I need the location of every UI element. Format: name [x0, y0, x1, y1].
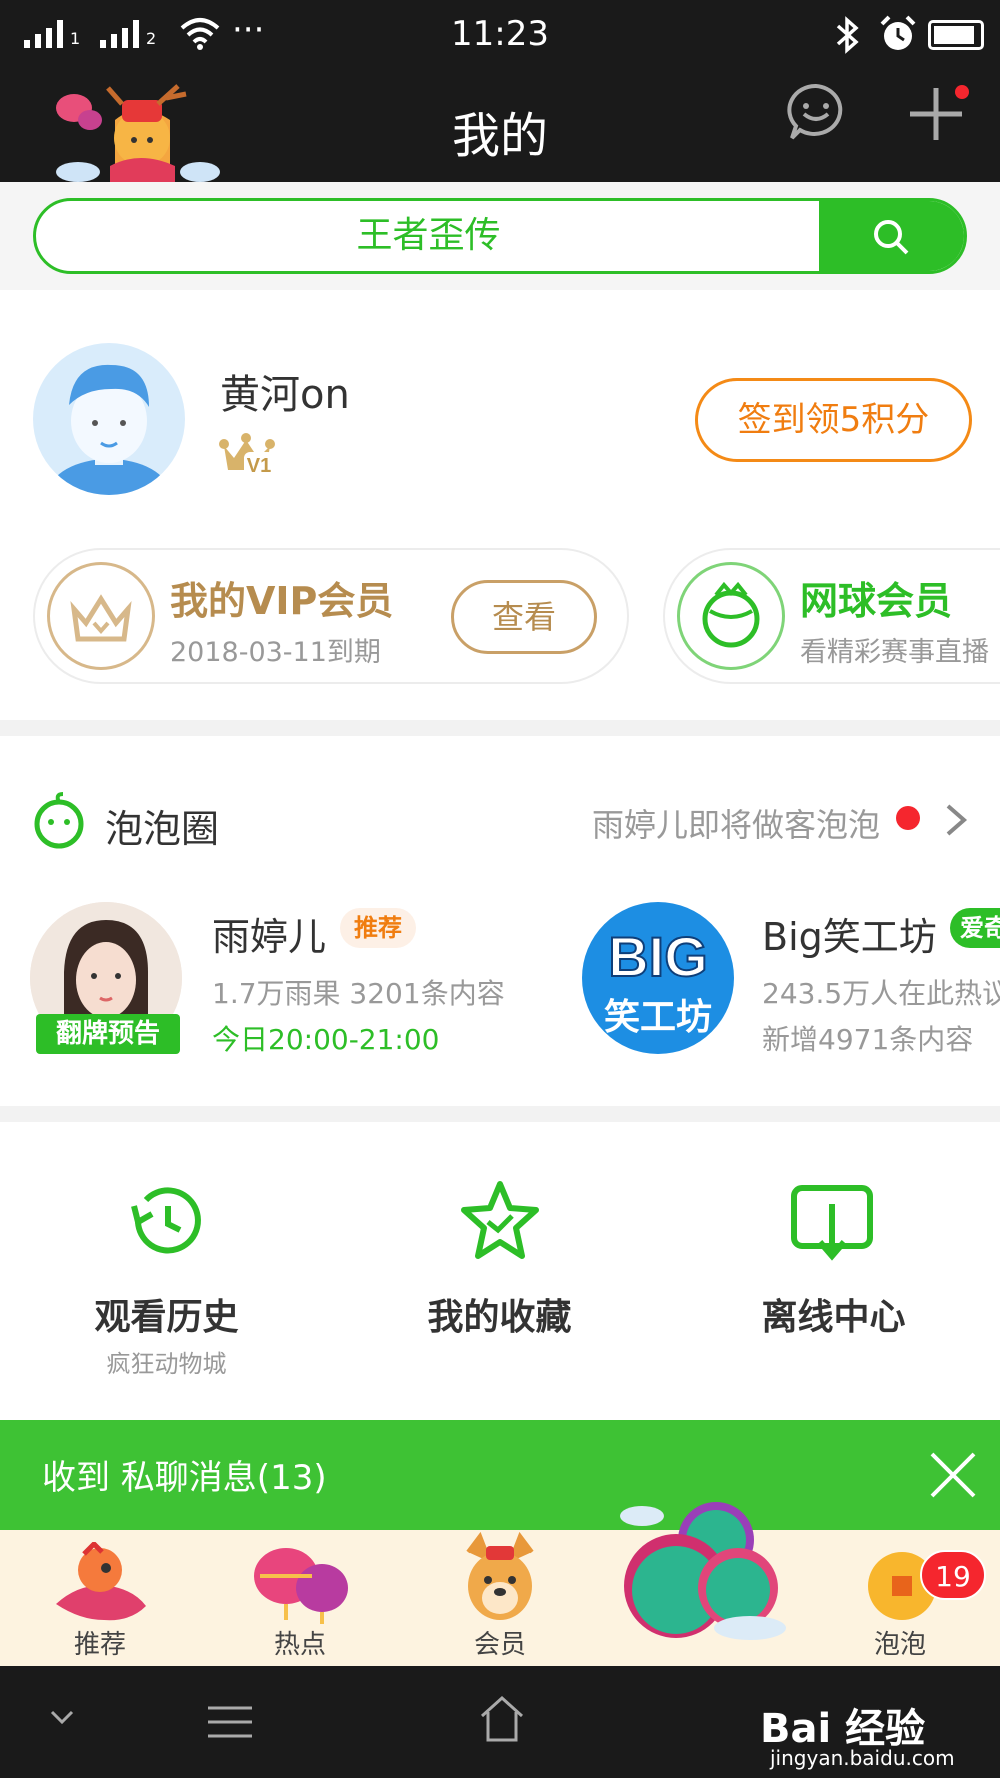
search-input[interactable]: 王者歪传: [36, 201, 821, 271]
search-bar-area: 王者歪传: [0, 182, 1000, 290]
vip-view-button[interactable]: 查看: [451, 580, 597, 654]
level-text: V1: [247, 455, 271, 477]
home-icon[interactable]: [478, 1694, 526, 1744]
search-button[interactable]: [819, 201, 964, 271]
unread-badge: 19: [920, 1550, 986, 1600]
vip-expiry: 2018-03-11到期: [170, 637, 381, 668]
vip-title: 我的VIP会员: [170, 579, 394, 623]
center-peacock-icon[interactable]: [620, 1500, 790, 1640]
watch-history-label[interactable]: 观看历史: [0, 1288, 333, 1340]
alarm-icon: [880, 15, 916, 50]
vip-member-card[interactable]: 我的VIP会员 2018-03-11到期 查看: [33, 548, 629, 684]
user-avatar-illustration: [49, 364, 169, 495]
bubble-item-count: 新增4971条内容: [762, 1023, 974, 1056]
offline-download-icon[interactable]: [788, 1182, 876, 1262]
level-crown-icon: V1: [219, 433, 275, 478]
avatar-logo-text-1: BIG: [607, 924, 709, 989]
add-icon[interactable]: [906, 84, 970, 144]
bubble-circle-icon: [34, 792, 84, 849]
bubble-circle-more-link[interactable]: 雨婷儿即将做客泡泡: [592, 800, 880, 846]
tennis-member-card[interactable]: 网球会员 看精彩赛事直播: [663, 548, 1000, 684]
avatar-logo-text-2: 笑工坊: [603, 997, 712, 1038]
tennis-title: 网球会员: [800, 579, 953, 623]
bubble-item-stats: 1.7万雨果 3201条内容: [212, 977, 505, 1010]
my-favorites-label[interactable]: 我的收藏: [333, 1288, 666, 1340]
bluetooth-icon: [836, 16, 859, 54]
vip-crown-icon: [47, 562, 155, 670]
recommend-tag: 推荐: [340, 908, 416, 948]
battery-icon: [928, 20, 984, 50]
checkin-button[interactable]: 签到领5积分: [695, 378, 972, 462]
history-clock-icon: [131, 1187, 201, 1254]
tennis-icon: [677, 562, 785, 670]
message-toast[interactable]: 收到 私聊消息(13): [0, 1420, 1000, 1530]
bottom-tab-bar: 推荐 热点 会员 泡泡 19: [0, 1502, 1000, 1666]
bubble-circle-title: 泡泡圈: [105, 807, 220, 851]
search-box[interactable]: 王者歪传: [33, 198, 967, 274]
chevron-right-icon[interactable]: [944, 802, 968, 838]
bubble-item-stats: 243.5万人在此热议: [762, 977, 1000, 1010]
chevron-down-icon[interactable]: [50, 1708, 74, 1728]
message-icon[interactable]: [786, 82, 846, 142]
offline-center-label[interactable]: 离线中心: [667, 1288, 1000, 1340]
section-divider: [0, 1106, 1000, 1122]
page-title: 我的: [451, 108, 548, 164]
toast-message[interactable]: 收到 私聊消息(13): [42, 1450, 327, 1499]
big-xiaogongfang-avatar[interactable]: BIG 笑工坊: [582, 902, 734, 1054]
avatar[interactable]: [33, 343, 185, 495]
user-name: 黄河on: [220, 372, 350, 418]
status-bar: 1 2 ··· 11:23: [0, 0, 1000, 72]
hot-lantern-icon[interactable]: [250, 1536, 354, 1626]
watch-history-sub: 疯狂动物城: [106, 1350, 227, 1378]
system-nav-bar: Bai 经验 jingyan.baidu.com: [0, 1666, 1000, 1778]
section-divider: [0, 720, 1000, 736]
bubble-item-schedule: 今日20:00-21:00: [212, 1023, 440, 1056]
favorite-star-icon[interactable]: [456, 1178, 544, 1264]
recommend-fish-icon[interactable]: [50, 1542, 150, 1626]
preview-badge: 翻牌预告: [36, 1014, 180, 1054]
menu-icon[interactable]: [206, 1702, 254, 1742]
tab-member[interactable]: 会员: [440, 1624, 560, 1661]
member-dog-icon[interactable]: [460, 1532, 540, 1628]
notification-dot: [896, 806, 920, 830]
tab-bubble[interactable]: 泡泡: [840, 1624, 960, 1661]
tennis-subtitle: 看精彩赛事直播: [800, 637, 989, 668]
search-icon: [874, 220, 909, 255]
tab-hot[interactable]: 热点: [240, 1624, 360, 1661]
close-icon[interactable]: [928, 1450, 978, 1500]
bubble-item-name[interactable]: 雨婷儿: [212, 906, 326, 961]
header: 我的: [0, 72, 1000, 182]
watermark-url: jingyan.baidu.com: [770, 1746, 955, 1770]
bubble-item-name[interactable]: Big笑工坊: [762, 906, 937, 961]
iqiyi-tag: 爱奇: [950, 908, 1000, 948]
tab-recommend[interactable]: 推荐: [40, 1624, 160, 1661]
